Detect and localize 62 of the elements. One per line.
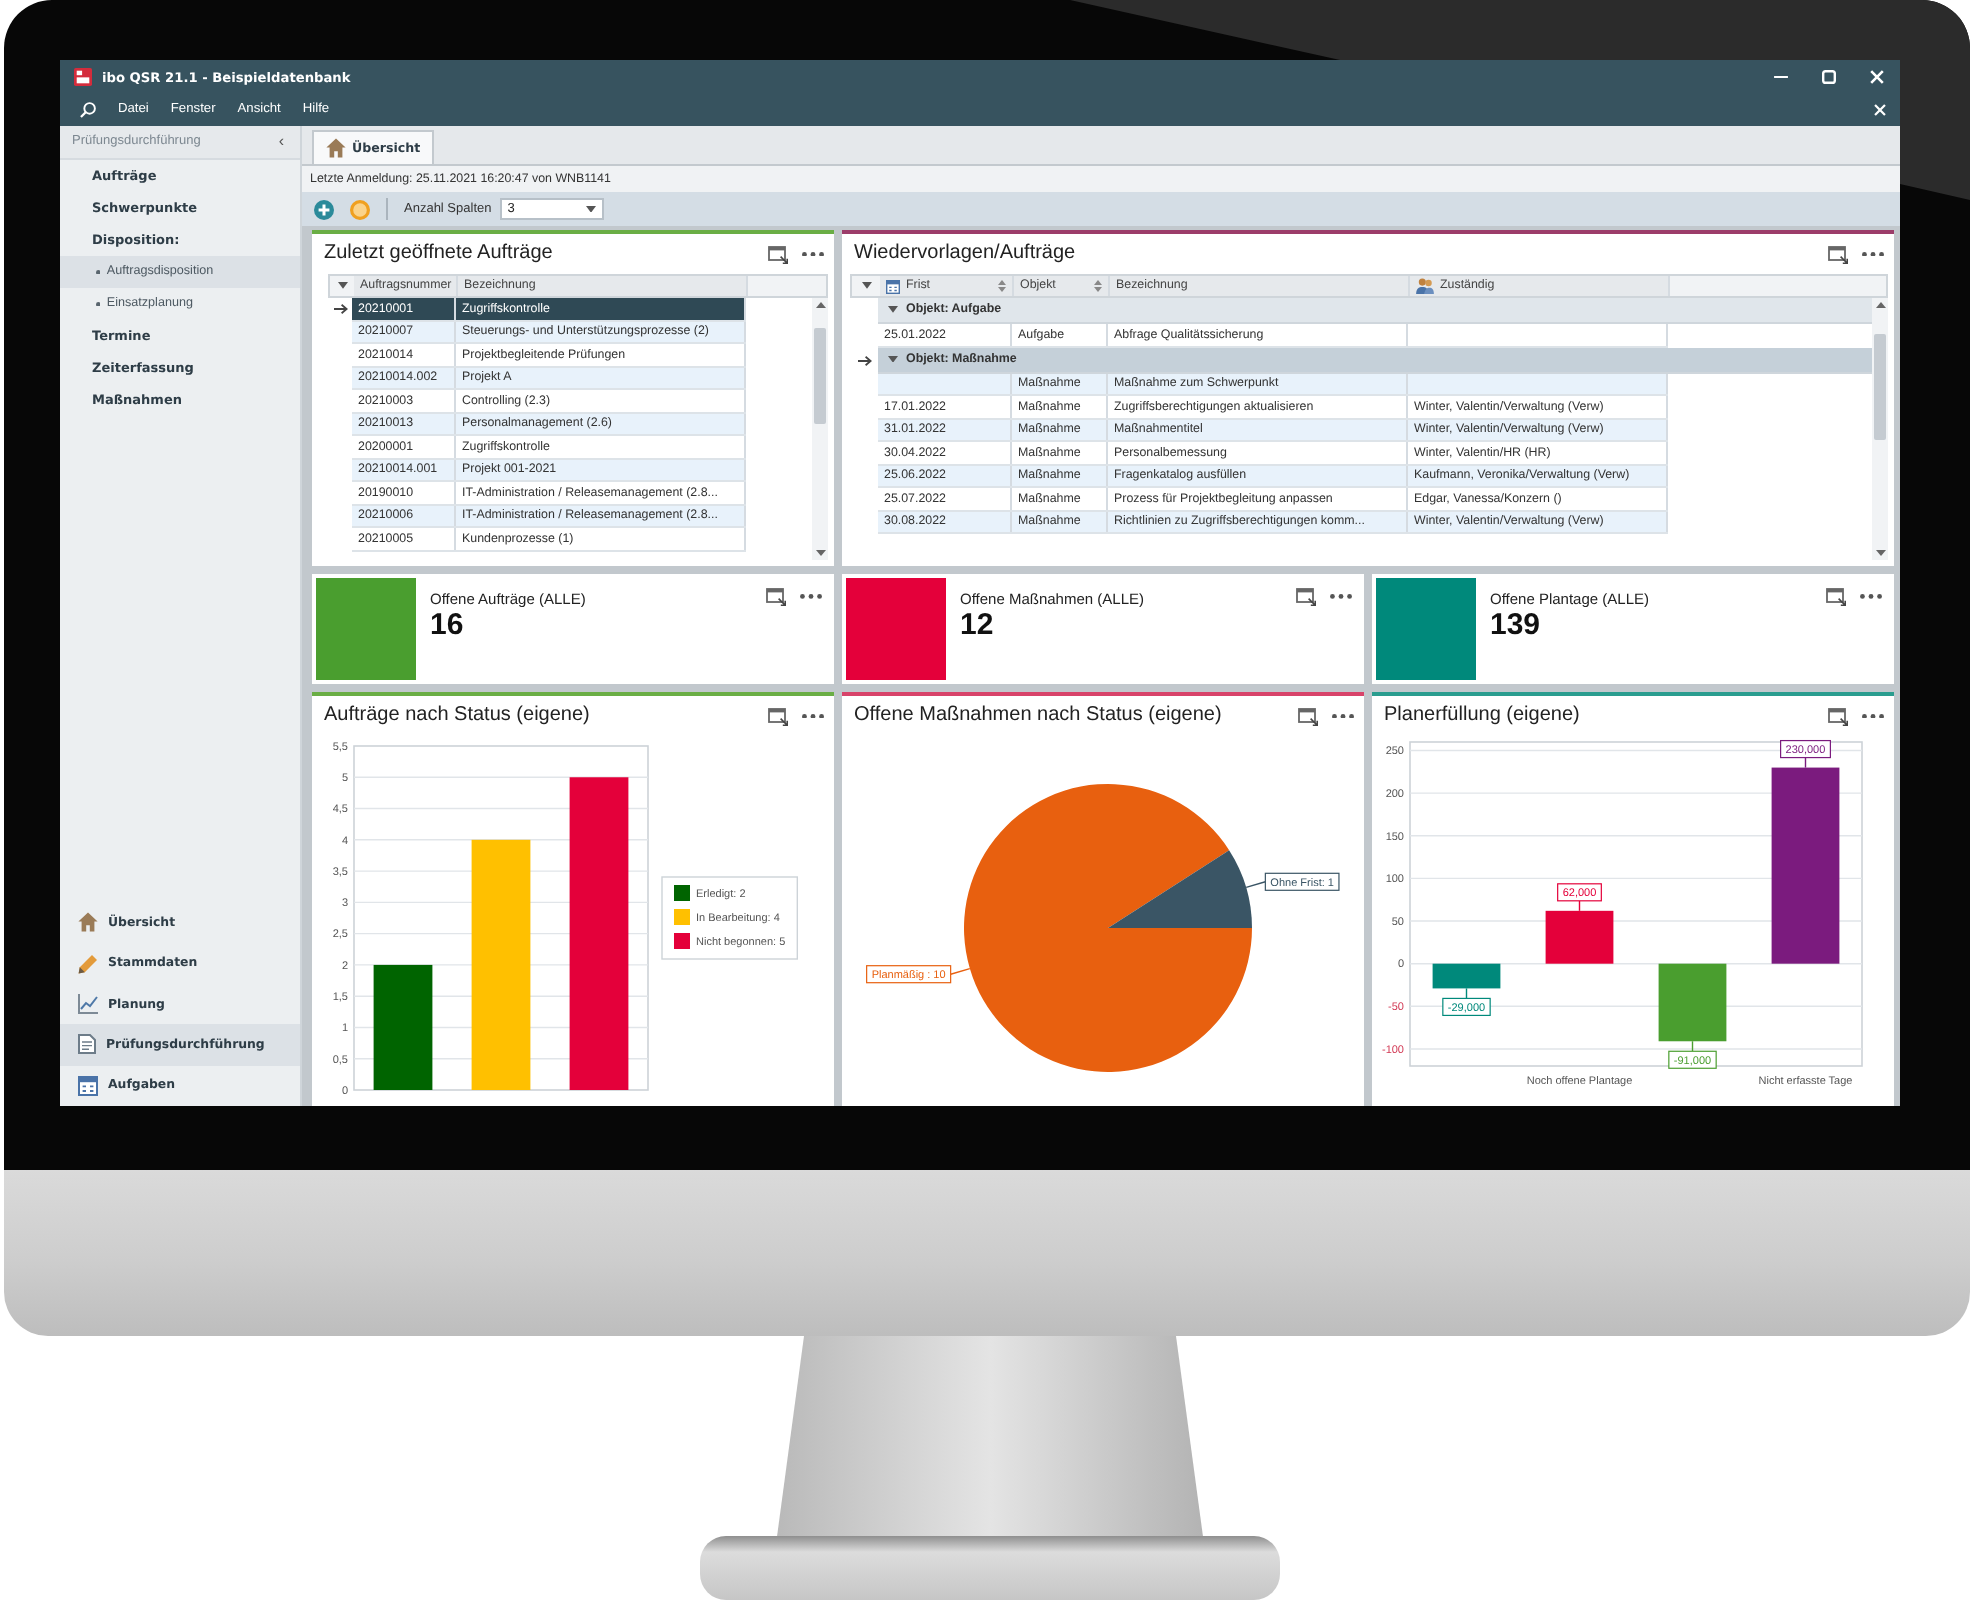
arrow-icon xyxy=(333,304,347,315)
caret-icon xyxy=(585,205,596,213)
scroll-up-icon[interactable] xyxy=(1875,302,1885,308)
more-icon[interactable] xyxy=(1862,713,1884,719)
add-icon[interactable] xyxy=(314,199,334,219)
scroll-up-icon[interactable] xyxy=(815,302,825,308)
leader-line xyxy=(1245,881,1267,889)
scrollbar-thumb[interactable] xyxy=(814,328,826,425)
leader-line xyxy=(1465,988,1468,999)
home-icon xyxy=(326,138,346,158)
window-icon[interactable] xyxy=(1296,588,1316,606)
tile-value: 12 xyxy=(960,610,996,643)
tile-value: 16 xyxy=(430,610,466,643)
calendar-icon xyxy=(886,279,900,293)
people-icon xyxy=(1416,278,1434,294)
bullet-icon xyxy=(96,269,101,275)
close-icon[interactable] xyxy=(1874,104,1886,116)
search-icon[interactable] xyxy=(80,102,96,118)
sort-icon[interactable] xyxy=(998,280,1006,292)
more-icon[interactable] xyxy=(800,594,822,600)
window-icon[interactable] xyxy=(1828,707,1848,725)
leader-line xyxy=(949,967,971,975)
home-icon xyxy=(78,912,98,933)
app-logo-icon xyxy=(74,68,92,86)
pencil-icon xyxy=(78,953,98,974)
window-icon[interactable] xyxy=(1828,245,1848,263)
more-icon[interactable] xyxy=(1860,594,1882,600)
leader-line xyxy=(1691,1041,1694,1052)
document-icon xyxy=(78,1034,96,1055)
collapse-toggle[interactable]: ‹ xyxy=(278,134,284,150)
panel-title: Offene Maßnahmen nach Status (eigene) xyxy=(854,704,1222,728)
more-icon[interactable] xyxy=(1332,713,1354,719)
caret-icon[interactable] xyxy=(861,282,871,290)
more-icon[interactable] xyxy=(802,251,824,257)
caret-icon[interactable] xyxy=(888,306,898,314)
calendar-icon xyxy=(78,1075,98,1096)
maximize-icon[interactable] xyxy=(1822,70,1836,84)
panel-title: Wiedervorlagen/Aufträge xyxy=(854,242,1076,266)
chart-icon xyxy=(78,994,98,1015)
close-icon[interactable] xyxy=(1870,70,1884,84)
tile-value: 139 xyxy=(1490,610,1543,643)
scrollbar-thumb[interactable] xyxy=(1874,333,1886,441)
window-icon[interactable] xyxy=(768,245,788,263)
window-icon[interactable] xyxy=(766,588,786,606)
panel-title: Zuletzt geöffnete Aufträge xyxy=(324,242,553,266)
more-icon[interactable] xyxy=(802,713,824,719)
more-icon[interactable] xyxy=(1330,594,1352,600)
panel-title: Aufträge nach Status (eigene) xyxy=(324,704,590,728)
arrow-icon xyxy=(857,355,871,365)
scroll-down-icon[interactable] xyxy=(1875,550,1885,556)
panel-title: Planerfüllung (eigene) xyxy=(1384,704,1580,728)
caret-icon[interactable] xyxy=(888,355,898,363)
window-icon[interactable] xyxy=(1826,588,1846,606)
bar xyxy=(373,964,433,1090)
sort-icon[interactable] xyxy=(1094,280,1102,292)
scroll-down-icon[interactable] xyxy=(815,550,825,556)
bullet-icon xyxy=(96,301,101,307)
window-icon[interactable] xyxy=(1298,707,1318,725)
caret-icon[interactable] xyxy=(337,282,347,290)
more-icon[interactable] xyxy=(1862,251,1884,257)
minimize-icon[interactable] xyxy=(1774,75,1788,79)
window-icon[interactable] xyxy=(768,707,788,725)
